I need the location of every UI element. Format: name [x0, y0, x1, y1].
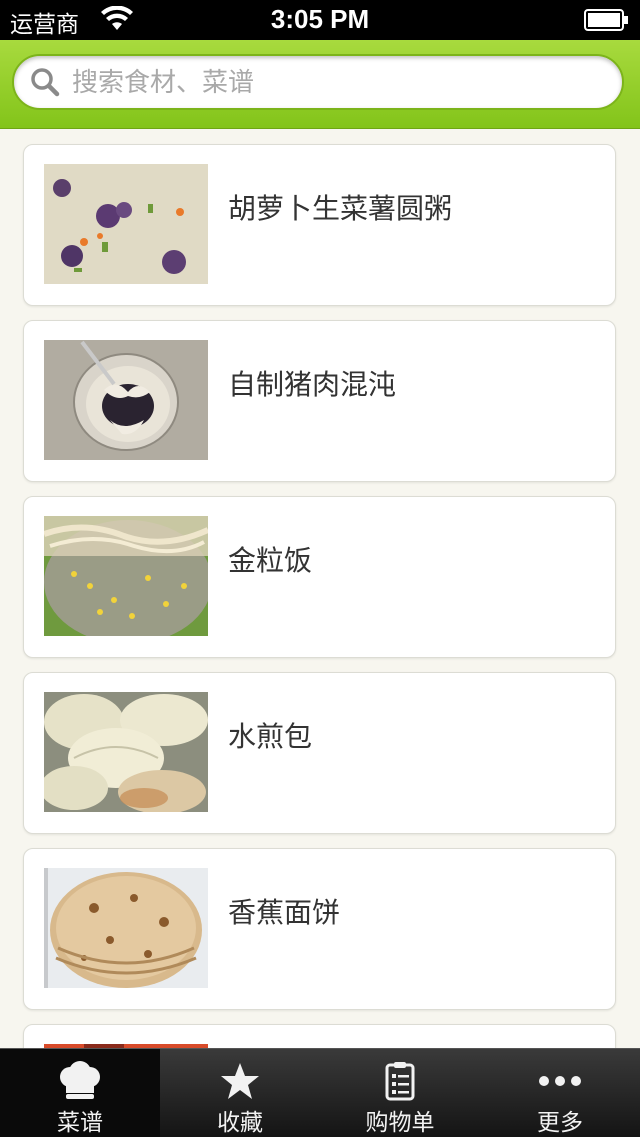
star-icon — [216, 1061, 264, 1101]
recipe-list[interactable]: 胡萝卜生菜薯圆粥 自制猪肉混沌 金粒饭 水煎包 香蕉面饼 — [0, 128, 640, 1048]
recipe-title: 胡萝卜生菜薯圆粥 — [228, 192, 453, 225]
recipe-title: 金粒饭 — [228, 544, 313, 577]
tab-favorites[interactable]: 收藏 — [160, 1049, 320, 1137]
recipe-thumbnail — [44, 516, 208, 636]
recipe-card[interactable]: 自制猪肉混沌 — [23, 320, 616, 482]
clipboard-list-icon — [376, 1061, 424, 1101]
recipe-card[interactable]: 金粒饭 — [23, 496, 616, 658]
chef-hat-icon — [56, 1061, 104, 1101]
tab-label: 购物单 — [365, 1110, 435, 1136]
search-box[interactable] — [12, 54, 624, 110]
more-dots-icon — [536, 1061, 584, 1101]
search-icon — [30, 67, 60, 101]
recipe-card[interactable] — [23, 1024, 616, 1048]
recipe-thumbnail — [44, 340, 208, 460]
recipe-title: 水煎包 — [228, 720, 313, 753]
tab-more[interactable]: 更多 — [480, 1049, 640, 1137]
recipe-card[interactable]: 胡萝卜生菜薯圆粥 — [23, 144, 616, 306]
status-time: 3:05 PM — [270, 4, 370, 34]
recipe-thumbnail — [44, 692, 208, 812]
tab-label: 菜谱 — [57, 1110, 103, 1136]
search-input[interactable] — [70, 62, 604, 104]
recipe-title: 香蕉面饼 — [228, 896, 341, 929]
status-bar: 运营商 3:05 PM — [0, 0, 640, 40]
recipe-card[interactable]: 水煎包 — [23, 672, 616, 834]
search-header — [0, 40, 640, 129]
battery-icon — [584, 9, 630, 35]
tab-bar: 菜谱 收藏 购物单 更多 — [0, 1048, 640, 1137]
tab-label: 更多 — [537, 1110, 583, 1136]
recipe-thumbnail — [44, 868, 208, 988]
recipe-card[interactable]: 香蕉面饼 — [23, 848, 616, 1010]
recipe-title: 自制猪肉混沌 — [228, 368, 397, 401]
tab-label: 收藏 — [217, 1110, 263, 1136]
tab-recipes[interactable]: 菜谱 — [0, 1049, 160, 1137]
recipe-thumbnail — [44, 164, 208, 284]
tab-shopping-list[interactable]: 购物单 — [320, 1049, 480, 1137]
